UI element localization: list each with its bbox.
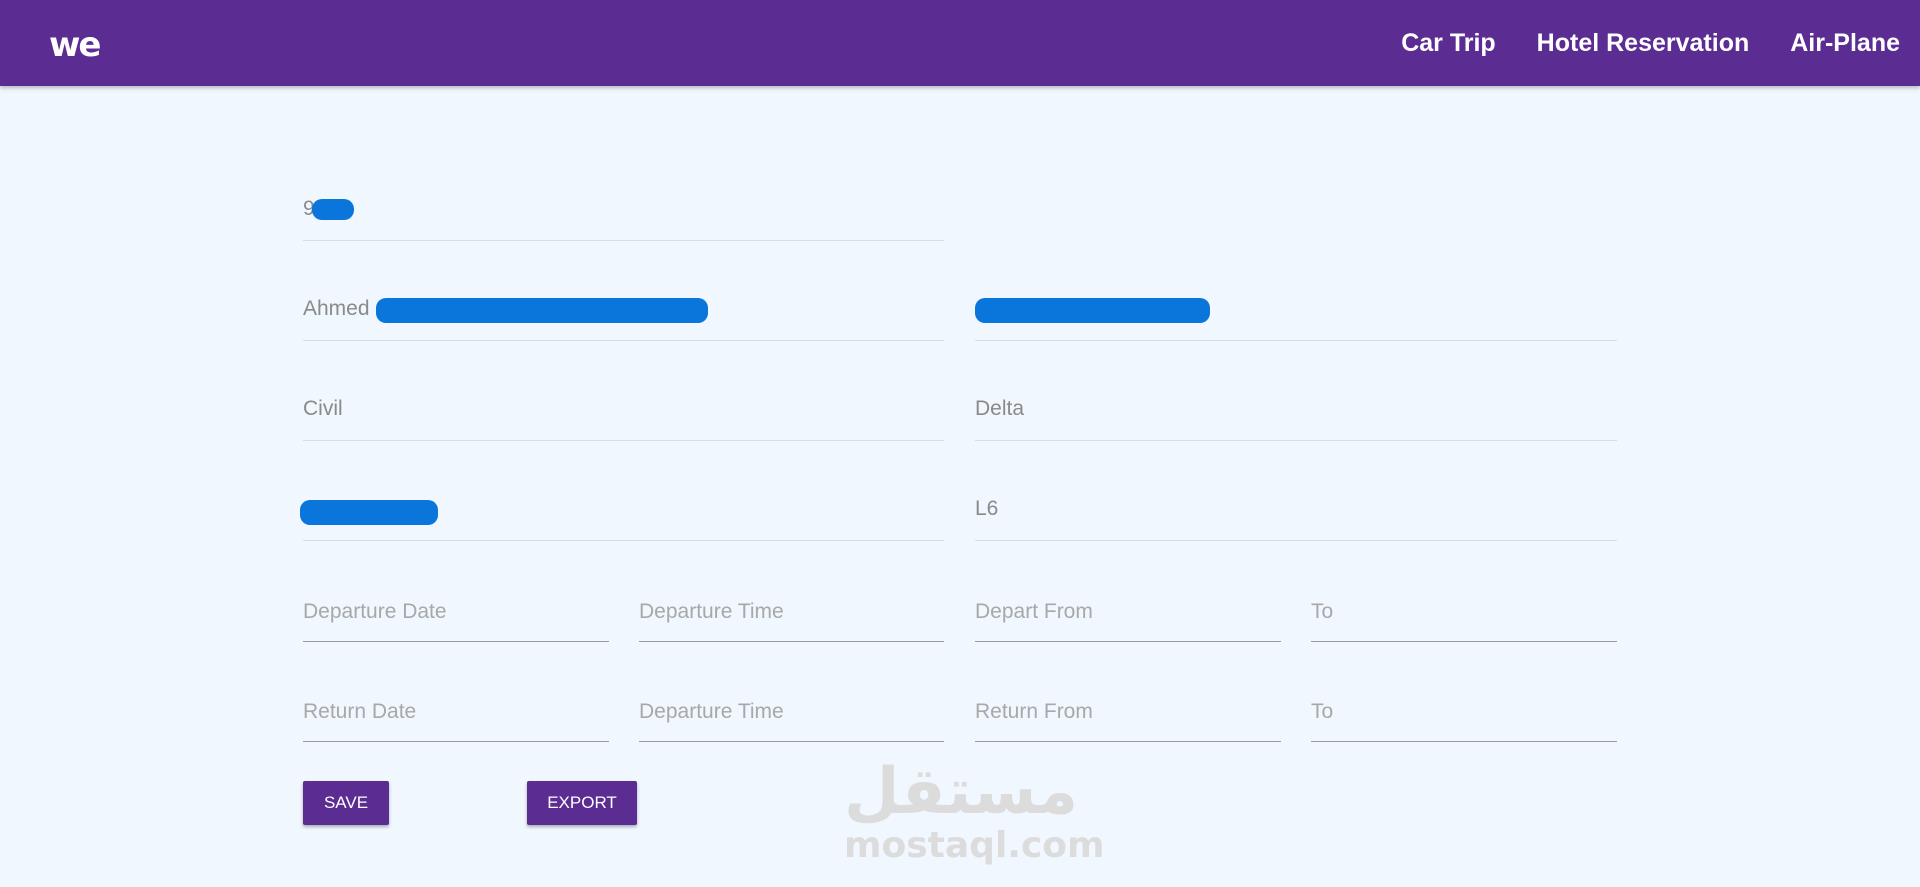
mostaql-watermark: مستقل mostaql.com — [844, 755, 1105, 866]
nav-hotel-reservation[interactable]: Hotel Reservation — [1537, 29, 1750, 58]
department-field[interactable]: Civil — [303, 380, 944, 441]
watermark-arabic: مستقل — [844, 755, 1079, 829]
field-underline — [639, 741, 944, 742]
nav-car-trip[interactable]: Car Trip — [1401, 29, 1495, 58]
return-date-placeholder: Return Date — [303, 700, 417, 723]
return-to-field[interactable]: To — [1311, 680, 1617, 742]
redaction-mark — [300, 500, 438, 525]
we-logo[interactable]: we — [49, 27, 102, 63]
field-underline — [975, 440, 1617, 441]
field-underline — [303, 540, 944, 541]
save-button[interactable]: SAVE — [303, 781, 389, 825]
depart-to-field[interactable]: To — [1311, 580, 1617, 642]
field-underline — [975, 540, 1617, 541]
field-underline — [303, 741, 609, 742]
field-underline — [303, 340, 944, 341]
return-time-placeholder: Departure Time — [639, 700, 784, 723]
field-underline — [1311, 641, 1617, 642]
depart-to-placeholder: To — [1311, 600, 1334, 623]
nav-links: Car Trip Hotel Reservation Air-Plane — [1360, 0, 1900, 86]
return-to-placeholder: To — [1311, 700, 1334, 723]
redaction-mark — [376, 298, 708, 323]
return-from-placeholder: Return From — [975, 700, 1093, 723]
field-underline — [975, 741, 1281, 742]
departure-date-field[interactable]: Departure Date — [303, 580, 609, 642]
level-field[interactable]: L6 — [975, 480, 1617, 541]
field-underline — [975, 340, 1617, 341]
field-underline — [975, 641, 1281, 642]
region-field[interactable]: Delta — [975, 380, 1617, 441]
nav-air-plane[interactable]: Air-Plane — [1790, 29, 1900, 58]
top-navbar: we Car Trip Hotel Reservation Air-Plane — [0, 0, 1920, 86]
depart-from-placeholder: Depart From — [975, 600, 1093, 623]
departure-date-placeholder: Departure Date — [303, 600, 447, 623]
field-underline — [303, 641, 609, 642]
redaction-mark — [975, 298, 1210, 323]
departure-time-placeholder: Departure Time — [639, 600, 784, 623]
level-value: L6 — [975, 497, 999, 520]
field-underline — [639, 641, 944, 642]
field-underline — [1311, 741, 1617, 742]
department-value: Civil — [303, 397, 343, 420]
name-value: Ahmed — [303, 297, 370, 320]
return-from-field[interactable]: Return From — [975, 680, 1281, 742]
departure-time-field[interactable]: Departure Time — [639, 580, 944, 642]
return-time-field[interactable]: Departure Time — [639, 680, 944, 742]
region-value: Delta — [975, 397, 1025, 420]
watermark-latin: mostaql.com — [844, 825, 1105, 866]
field-underline — [303, 440, 944, 441]
id-number-field[interactable]: 9 — [303, 180, 944, 241]
return-date-field[interactable]: Return Date — [303, 680, 609, 742]
depart-from-field[interactable]: Depart From — [975, 580, 1281, 642]
redaction-mark — [312, 199, 354, 220]
field-underline — [303, 240, 944, 241]
export-button[interactable]: EXPORT — [527, 781, 637, 825]
